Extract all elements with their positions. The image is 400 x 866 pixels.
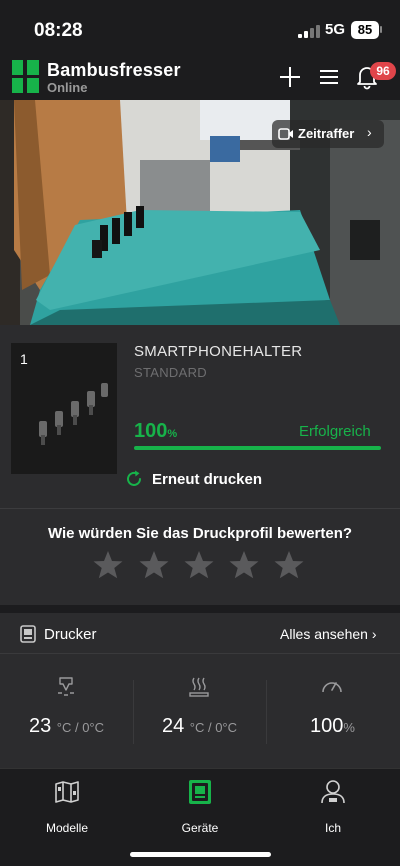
star-icon[interactable] bbox=[228, 549, 260, 581]
printer-status: Online bbox=[47, 80, 88, 95]
print-speed: 100% bbox=[266, 675, 399, 745]
star-icon[interactable] bbox=[183, 549, 215, 581]
job-title: SMARTPHONEHALTER bbox=[134, 343, 303, 360]
star-icon[interactable] bbox=[92, 549, 124, 581]
timelapse-button[interactable]: Zeitraffer › bbox=[272, 120, 384, 148]
network-type: 5G bbox=[325, 21, 346, 38]
reprint-label: Erneut drucken bbox=[152, 471, 263, 488]
model-preview-icon bbox=[39, 383, 108, 445]
reprint-button[interactable]: Erneut drucken bbox=[124, 465, 284, 493]
menu-icon[interactable] bbox=[317, 64, 343, 90]
video-camera-icon bbox=[278, 127, 294, 146]
app-header: Bambusfresser Online bbox=[0, 56, 400, 100]
tab-geraete-label: Geräte bbox=[181, 821, 219, 835]
bed-temperature-value: 24 °C / 0°C bbox=[161, 715, 238, 737]
models-icon bbox=[54, 779, 80, 810]
battery-tip bbox=[380, 26, 382, 33]
brand-logo-icon bbox=[12, 60, 39, 93]
progress-bar bbox=[134, 446, 381, 450]
star-icon[interactable] bbox=[138, 549, 170, 581]
timelapse-label: Zeitraffer bbox=[298, 126, 355, 141]
chevron-right-icon: › bbox=[367, 124, 372, 140]
tab-ich[interactable]: Ich bbox=[278, 779, 388, 839]
refresh-icon bbox=[124, 469, 144, 494]
add-icon[interactable] bbox=[277, 64, 303, 90]
rating-section: Wie würden Sie das Druckprofil bewerten? bbox=[0, 508, 400, 605]
printer-section: Drucker Alles ansehen › 23 °C / 0°C 24 °… bbox=[0, 605, 400, 768]
model-thumbnail[interactable]: 1 bbox=[11, 343, 117, 474]
status-bar: 08:28 5G 85 bbox=[0, 0, 400, 56]
profile-icon bbox=[320, 779, 346, 810]
battery-icon: 85 bbox=[351, 21, 379, 39]
progress-percent: 100% bbox=[134, 420, 178, 442]
star-icon[interactable] bbox=[273, 549, 305, 581]
see-all-link[interactable]: Alles ansehen › bbox=[280, 626, 377, 642]
divider bbox=[0, 653, 400, 654]
print-speed-value: 100% bbox=[310, 715, 355, 737]
tab-modelle-label: Modelle bbox=[45, 821, 89, 835]
printer-header: Drucker Alles ansehen › bbox=[0, 613, 400, 653]
printer-label: Drucker bbox=[44, 626, 97, 643]
tab-modelle[interactable]: Modelle bbox=[12, 779, 122, 839]
nozzle-temperature-icon bbox=[54, 675, 78, 704]
devices-icon bbox=[187, 779, 213, 810]
rating-question: Wie würden Sie das Druckprofil bewerten? bbox=[47, 525, 353, 542]
tab-ich-label: Ich bbox=[324, 821, 341, 835]
camera-feed[interactable]: Zeitraffer › bbox=[0, 100, 400, 325]
bed-temperature: 24 °C / 0°C bbox=[133, 675, 266, 745]
job-status: Erfolgreich bbox=[299, 423, 371, 440]
status-time: 08:28 bbox=[34, 20, 83, 41]
rating-stars bbox=[92, 549, 312, 583]
notification-badge[interactable]: 96 bbox=[370, 62, 396, 80]
signal-icon bbox=[298, 24, 320, 38]
tab-geraete[interactable]: Geräte bbox=[145, 779, 255, 839]
printer-name[interactable]: Bambusfresser bbox=[47, 60, 181, 81]
progress-bar-fill bbox=[134, 446, 381, 450]
bed-temperature-icon bbox=[187, 675, 211, 704]
printer-icon bbox=[20, 625, 36, 648]
home-indicator[interactable] bbox=[130, 852, 271, 857]
nozzle-temperature: 23 °C / 0°C bbox=[0, 675, 133, 745]
speed-gauge-icon bbox=[320, 675, 344, 704]
nozzle-temperature-value: 23 °C / 0°C bbox=[28, 715, 105, 737]
print-job-card: 1 SMARTPHONEHALTER STANDARD 100% Erfolgr… bbox=[0, 325, 400, 508]
job-profile: STANDARD bbox=[134, 365, 207, 380]
